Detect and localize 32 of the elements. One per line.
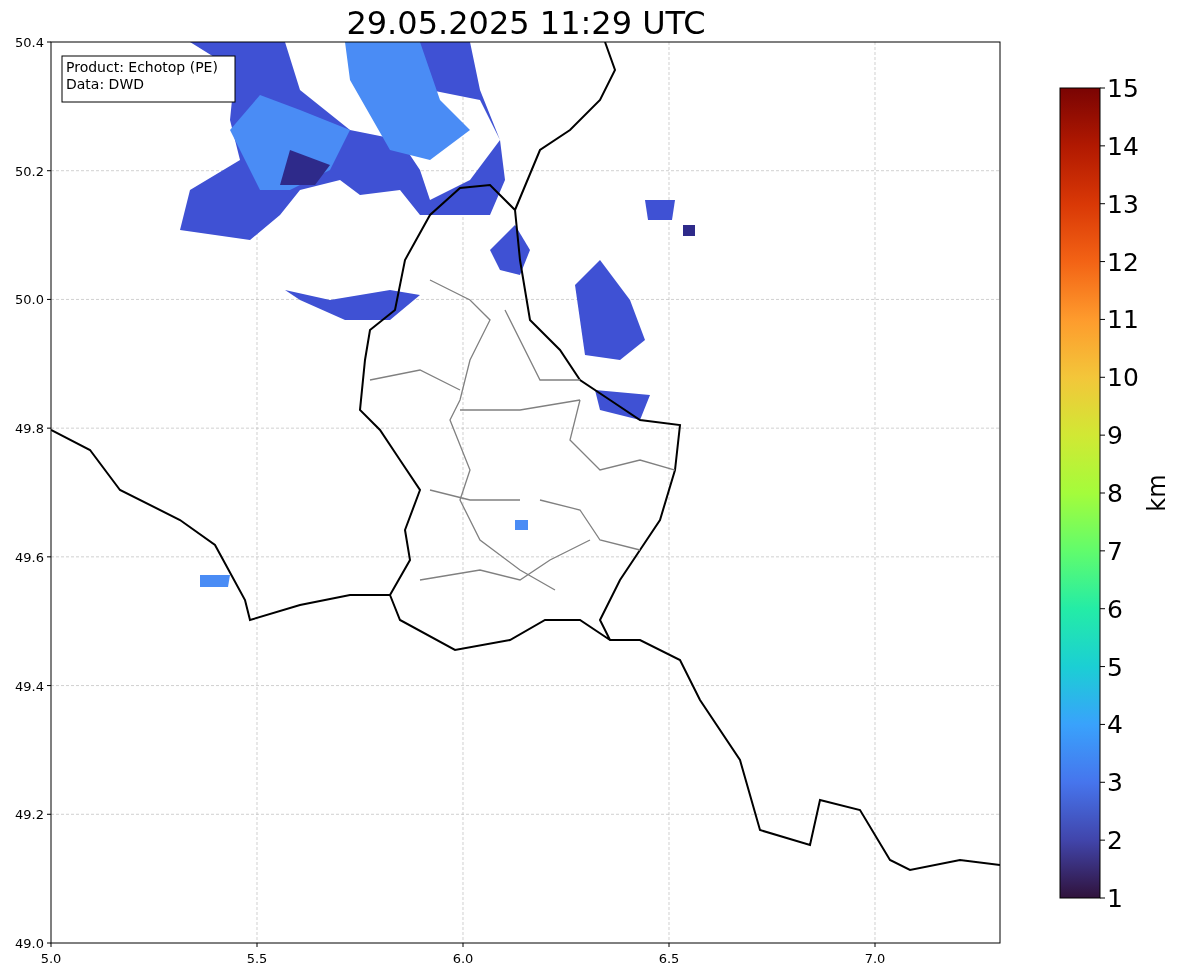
colorbar-label: km: [1143, 474, 1171, 512]
colorbar-tick-label: 7: [1107, 536, 1123, 566]
axis-tick-label: 49.6: [15, 549, 44, 565]
colorbar-tick-label: 12: [1107, 247, 1139, 277]
info-text: Product: Echotop (PE): [66, 59, 218, 75]
axis-tick-label: 7.0: [864, 951, 886, 966]
info-text: Data: DWD: [66, 76, 144, 92]
colorbar-tick-label: 3: [1107, 768, 1123, 798]
colorbar-tick-label: 11: [1107, 305, 1139, 335]
colorbar-tick-label: 2: [1107, 826, 1123, 856]
axis-tick-label: 50.2: [15, 163, 44, 179]
colorbar-tick-label: 6: [1107, 594, 1123, 624]
axis-tick-label: 6.5: [658, 951, 680, 966]
colorbar-tick-label: 4: [1107, 710, 1123, 740]
colorbar-tick-label: 5: [1107, 652, 1123, 682]
axis-tick-label: 49.8: [15, 421, 44, 437]
axis-tick-label: 6.0: [452, 951, 474, 966]
colorbar-tick-label: 9: [1107, 421, 1123, 451]
axis-tick-label: 50.4: [15, 35, 44, 50]
axis-tick-label: 50.0: [15, 292, 44, 308]
colorbar-tick-label: 15: [1107, 74, 1139, 103]
axis-tick-label: 49.2: [15, 807, 44, 823]
axis-tick-label: 5.0: [40, 951, 62, 966]
colorbar-tick-label: 1: [1107, 884, 1123, 913]
colorbar-tick-label: 8: [1107, 479, 1123, 508]
axis-tick-label: 5.5: [246, 951, 268, 966]
chart-title: 29.05.2025 11:29 UTC: [346, 4, 706, 42]
colorbar-tick-label: 10: [1107, 363, 1139, 393]
axis-tick-label: 49.0: [15, 936, 44, 951]
colorbar-tick-label: 14: [1107, 131, 1139, 161]
axis-tick-label: 49.4: [15, 678, 44, 694]
colorbar-tick-label: 13: [1107, 189, 1139, 219]
